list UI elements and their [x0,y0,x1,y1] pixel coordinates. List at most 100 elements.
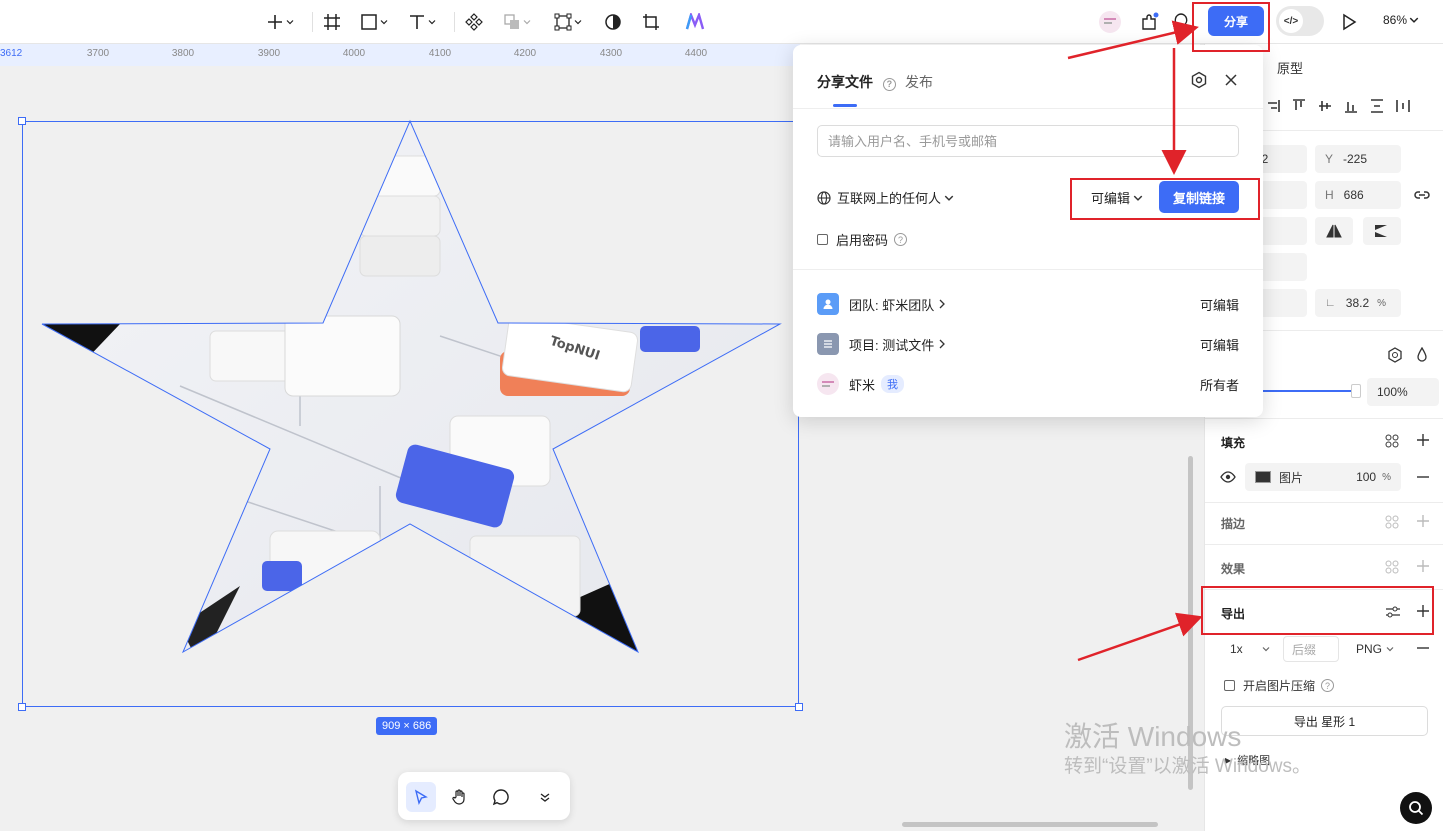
style-grid-icon[interactable] [1385,434,1399,448]
help-icon[interactable]: ? [1321,679,1335,692]
blend-mode-icon[interactable] [1387,347,1403,363]
user-avatar[interactable] [1098,8,1122,36]
component-tool[interactable] [465,8,483,36]
member-row-owner[interactable]: 虾米我 所有者 [817,372,1239,396]
zoom-value: 86% [1383,13,1408,27]
resize-handle-top-left[interactable] [18,117,26,125]
plus-icon [268,15,282,29]
link-icon[interactable] [1414,188,1430,202]
more-tools-button[interactable] [530,782,560,812]
image-thumbnail-icon [1255,471,1271,483]
dev-mode-toggle[interactable]: </> [1276,6,1324,36]
help-icon[interactable]: ? [894,233,908,246]
invite-input[interactable] [828,133,1238,149]
member-role: 可编辑 [1199,297,1239,313]
rectangle-tool[interactable] [360,8,388,36]
horizontal-scrollbar[interactable] [902,822,1158,827]
h-field[interactable]: H 686 [1315,181,1401,209]
ratio-icon: ∟ [1325,297,1336,309]
resize-handle-bottom-left[interactable] [18,703,26,711]
access-scope-dropdown[interactable]: 互联网上的任何人 [817,188,954,207]
ai-tool[interactable] [685,8,705,36]
fill-row[interactable]: 图片 100 % [1245,463,1401,491]
chevron-down-icon [428,20,436,25]
inspiration-button[interactable] [1172,8,1190,36]
crop-tool[interactable] [642,8,660,36]
boolean-tool[interactable] [503,8,531,36]
member-name: 项目: 测试文件 [849,335,946,354]
annotation-box-copy-link [1070,178,1260,220]
add-tool[interactable] [266,8,294,36]
member-row-project[interactable]: 项目: 测试文件 可编辑 [817,332,1239,356]
style-grid-icon[interactable] [1385,515,1399,529]
flip-horizontal-icon [1326,224,1342,238]
move-tool[interactable] [406,782,436,812]
invite-input-box[interactable] [817,125,1239,157]
close-icon[interactable] [1225,74,1237,86]
play-button[interactable] [1340,8,1358,36]
text-tool[interactable] [408,8,436,36]
chevron-down-icon [380,20,388,25]
plugins-button[interactable] [1140,8,1160,36]
zoom-dropdown[interactable]: 86% [1383,13,1419,27]
star-ratio-field[interactable]: ∟ 38.2 % [1315,289,1401,317]
distribute-horizontal-icon[interactable] [1395,98,1411,114]
help-icon[interactable]: ? [882,77,896,91]
export-scale-select[interactable]: 1x [1221,636,1277,662]
export-suffix-input[interactable]: 后缀 [1283,636,1339,662]
cursor-icon [414,789,428,805]
comment-tool[interactable] [486,782,516,812]
resize-handle-bottom-right[interactable] [795,703,803,711]
export-format-select[interactable]: PNG [1347,636,1403,662]
frame-tool[interactable] [323,8,341,36]
tab-prototype[interactable]: 原型 [1277,58,1303,77]
opacity-slider[interactable] [1261,390,1359,392]
ai-logo-icon [685,13,705,30]
avatar-icon [1099,11,1121,33]
drop-icon[interactable] [1415,347,1429,363]
fill-opacity-unit: % [1382,471,1391,483]
eye-icon[interactable] [1220,471,1236,483]
opacity-slider-thumb[interactable] [1351,384,1361,398]
settings-icon[interactable] [1190,71,1208,89]
flip-vertical-button[interactable] [1363,217,1401,245]
add-fill-icon[interactable] [1416,433,1430,447]
flip-horizontal-button[interactable] [1315,217,1353,245]
align-vertical-center-icon[interactable] [1317,98,1333,114]
search-button[interactable] [1400,792,1432,824]
remove-fill-icon[interactable] [1416,476,1430,478]
tab-share-file[interactable]: 分享文件 ? [817,72,896,92]
vector-edit-tool[interactable] [554,8,582,36]
access-scope-label: 互联网上的任何人 [837,191,942,206]
y-field[interactable]: Y -225 [1315,145,1401,173]
align-right-icon[interactable] [1265,98,1281,114]
enable-password-option[interactable]: 启用密码 ? [817,230,908,249]
ruler-tick: 3900 [257,48,281,59]
toolbar-divider [454,12,455,32]
align-top-icon[interactable] [1291,98,1307,114]
ruler-tick: 4100 [428,48,452,59]
compress-option[interactable]: 开启图片压缩 ? [1224,677,1335,694]
style-grid-icon[interactable] [1385,560,1399,574]
selection-size-badge: 909 × 686 [376,717,438,735]
remove-export-icon[interactable] [1416,647,1430,649]
mask-tool[interactable] [604,8,622,36]
active-tab-indicator [833,104,857,107]
compress-checkbox[interactable] [1224,680,1235,691]
fill-section-title: 填充 [1221,436,1246,450]
tab-publish[interactable]: 发布 [905,72,933,92]
ruler-start-label: 3612 [0,48,23,59]
align-bottom-icon[interactable] [1343,98,1359,114]
add-effect-icon[interactable] [1416,559,1430,573]
distribute-vertical-icon[interactable] [1369,98,1385,114]
add-stroke-icon[interactable] [1416,514,1430,528]
password-checkbox[interactable] [817,234,828,245]
rectangle-icon [361,14,377,30]
member-row-team[interactable]: 团队: 虾米团队 可编辑 [817,292,1239,316]
chevron-down-icon [523,20,531,25]
opacity-field[interactable]: 100% [1367,378,1439,406]
hand-icon [452,789,465,805]
chevron-down-icon [286,20,294,25]
watermark-line2: 转到“设置”以激活 Windows。 [1064,756,1312,777]
hand-tool[interactable] [445,782,475,812]
